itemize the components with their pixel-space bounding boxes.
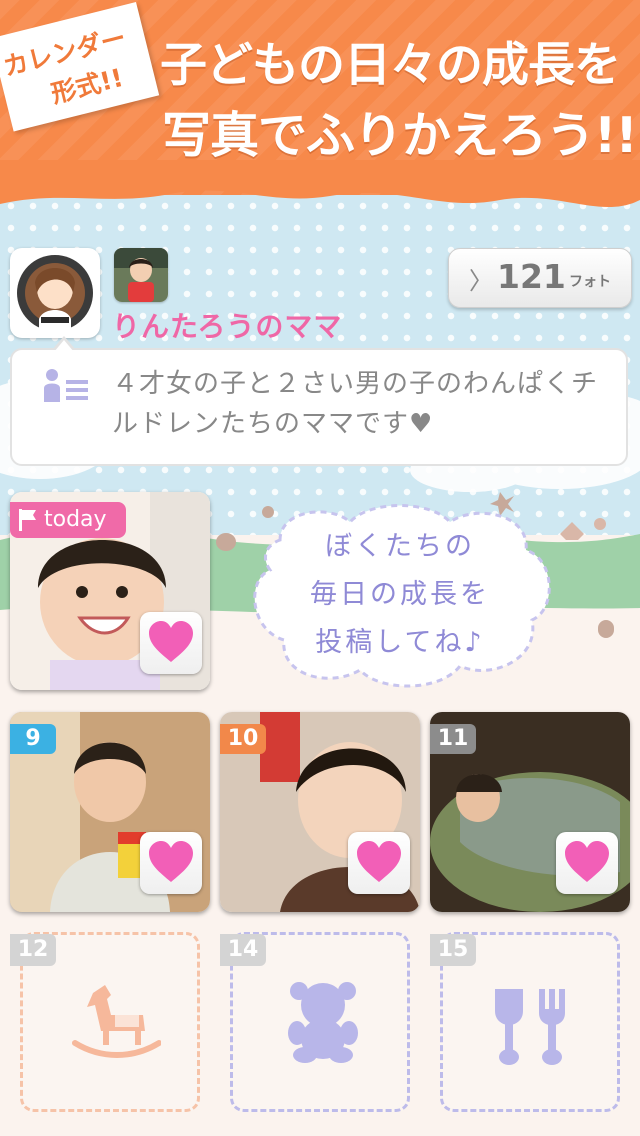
empty-day-number: 12 <box>10 934 56 966</box>
empty-day-number: 14 <box>220 934 266 966</box>
heart-icon <box>565 841 609 882</box>
like-button[interactable] <box>556 832 618 894</box>
flag-icon <box>19 509 36 531</box>
day-number: 9 <box>10 724 56 754</box>
heart-icon <box>357 841 401 882</box>
headline-line1: 子どもの日々の成長を <box>160 38 621 93</box>
user-avatar[interactable] <box>10 248 100 338</box>
day-photo-card[interactable]: 11 <box>430 712 630 912</box>
chevron-right-icon: 〉 <box>469 267 493 295</box>
like-button[interactable] <box>140 612 202 674</box>
child-avatar[interactable] <box>114 248 168 302</box>
post-prompt-bubble[interactable]: ぼくたちの 毎日の成長を 投稿してね♪ <box>240 500 560 690</box>
heart-icon <box>149 621 193 662</box>
prompt-line3: 投稿してね♪ <box>315 627 485 658</box>
child-photo <box>114 248 168 302</box>
empty-day-number: 15 <box>430 934 476 966</box>
profile-list-icon <box>44 369 88 402</box>
prompt-line2: 毎日の成長を <box>310 579 490 610</box>
photo-count-button[interactable]: 〉 121 フォト <box>448 248 632 308</box>
photo-count: 121 <box>497 257 566 296</box>
bio-tail-inner <box>54 340 74 352</box>
rocking-horse-icon <box>72 985 161 1058</box>
spoon-fork-icon <box>495 989 565 1065</box>
like-button[interactable] <box>348 832 410 894</box>
bio-box: ４才女の子と２さい男の子のわんぱくチルドレンたちのママです♥ <box>10 336 628 466</box>
bio-text: ４才女の子と２さい男の子のわんぱくチルドレンたちのママです♥ <box>112 369 599 439</box>
profile-name[interactable]: りんたろうのママ <box>112 305 342 345</box>
heart-icon <box>149 841 193 882</box>
avatar-illustration <box>17 255 93 331</box>
photo-unit: フォト <box>569 274 611 290</box>
headline-line2: 写真でふりかえろう!! <box>162 107 638 164</box>
day-number: 11 <box>430 724 476 754</box>
teddy-bear-icon <box>288 982 358 1063</box>
like-button[interactable] <box>140 832 202 894</box>
day-number: 10 <box>220 724 266 754</box>
day-photo-card[interactable]: 9 <box>10 712 210 912</box>
today-badge: today <box>10 502 126 538</box>
today-label: today <box>44 507 107 532</box>
day-photo-card[interactable]: 10 <box>220 712 420 912</box>
prompt-line1: ぼくたちの <box>325 531 475 562</box>
